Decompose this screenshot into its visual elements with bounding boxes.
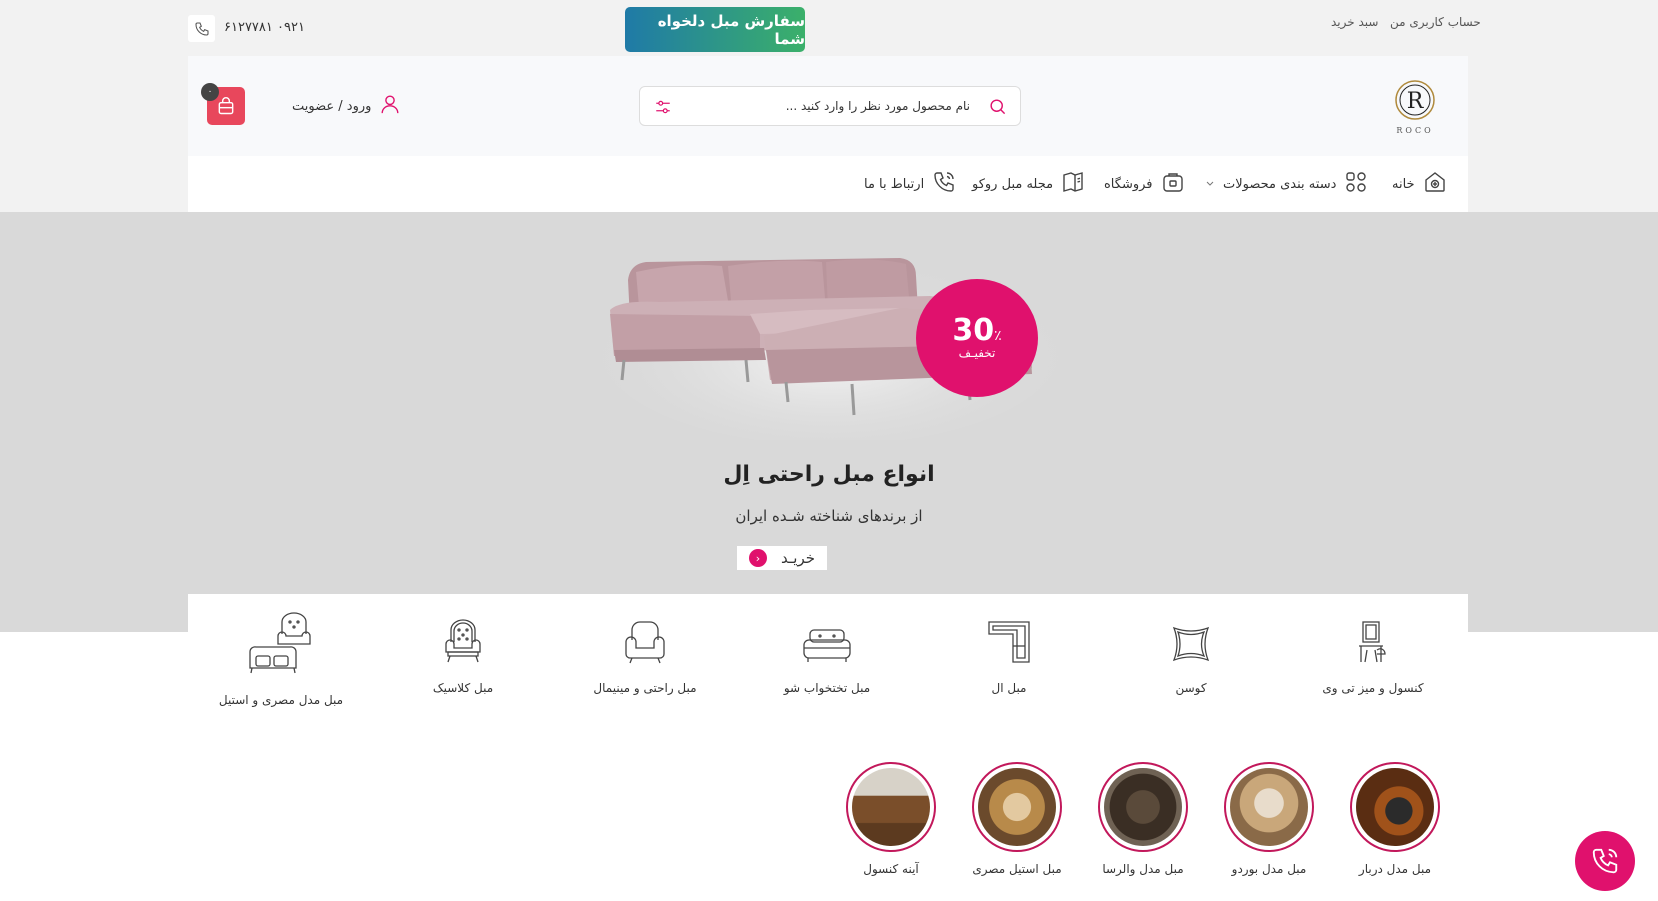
category-label: مبل مدل مصری و استیل <box>218 693 344 707</box>
nav-contact-label: ارتباط با ما <box>864 176 925 192</box>
category-item[interactable]: مبل تختخواب شو <box>747 612 907 695</box>
cart-link[interactable]: سبد خرید <box>1331 15 1378 29</box>
product-image <box>1230 768 1308 846</box>
featured-label: آینه کنسول <box>863 862 919 876</box>
category-item[interactable]: مبل ال <box>929 612 1089 695</box>
featured-item[interactable]: مبل مدل والرسا <box>1078 762 1208 876</box>
logo-icon: R <box>1395 80 1435 120</box>
classic-chair-icon <box>383 612 543 664</box>
category-item[interactable]: مبل کلاسیک <box>383 612 543 695</box>
egyptian-steel-sofa-icon <box>201 612 361 676</box>
featured-label: مبل استیل مصری <box>972 862 1062 876</box>
product-image <box>852 768 930 846</box>
bag-icon <box>218 97 234 115</box>
sofa-bed-icon <box>747 612 907 664</box>
armchair-icon <box>565 612 725 664</box>
featured-label: مبل مدل والرسا <box>1102 862 1184 876</box>
search-input[interactable] <box>688 95 970 117</box>
category-label: مبل راحتی و مینیمال <box>593 681 697 695</box>
category-item[interactable]: کنسول و میز تی وی <box>1293 612 1453 695</box>
my-account-link[interactable]: حساب کاربری من <box>1390 15 1481 29</box>
buy-button[interactable]: خریـد ‹ <box>737 546 827 570</box>
discount-badge: 30٪ تخفیـف <box>916 279 1038 397</box>
buy-label: خریـد <box>781 549 815 567</box>
cushion-icon <box>1111 612 1271 664</box>
nav-magazine[interactable]: مجله مبل روکو <box>972 170 1085 198</box>
console-tv-icon <box>1293 612 1453 664</box>
discount-symbol: ٪ <box>994 328 1002 344</box>
category-label: مبل ال <box>991 681 1027 695</box>
category-item[interactable]: مبل مدل مصری و استیل <box>201 612 361 707</box>
shop-bag-icon <box>1161 170 1185 198</box>
search-box[interactable] <box>639 86 1021 126</box>
product-image <box>1356 768 1434 846</box>
featured-item[interactable]: مبل مدل دربار <box>1330 762 1460 876</box>
phone-icon <box>188 15 215 42</box>
nav-home[interactable]: خانه <box>1392 170 1447 198</box>
featured-label: مبل مدل بوردو <box>1231 862 1307 876</box>
search-icon[interactable] <box>988 97 1007 120</box>
featured-item[interactable]: مبل مدل بوردو <box>1204 762 1334 876</box>
cart-count-badge: ۰ <box>201 83 219 101</box>
grid-icon <box>1344 170 1368 198</box>
site-logo[interactable]: R ROCO <box>1390 78 1440 136</box>
product-image <box>978 768 1056 846</box>
category-label: مبل تختخواب شو <box>783 681 871 695</box>
nav-categories-label: دسته بندی محصولات <box>1223 176 1337 192</box>
book-icon <box>1061 170 1085 198</box>
phone-call-icon <box>932 170 956 198</box>
phone-call-icon <box>1592 848 1618 874</box>
product-image <box>1104 768 1182 846</box>
call-us-button[interactable] <box>1575 831 1635 891</box>
nav-magazine-label: مجله مبل روکو <box>972 176 1054 192</box>
user-icon <box>379 92 401 120</box>
filter-icon[interactable] <box>654 98 672 120</box>
chevron-left-icon: ‹ <box>749 549 767 567</box>
category-item[interactable]: کوسن <box>1111 612 1271 695</box>
discount-label: تخفیـف <box>958 346 996 360</box>
nav-contact[interactable]: ارتباط با ما <box>864 170 956 198</box>
category-label: کنسول و میز تی وی <box>1322 681 1424 695</box>
login-label: ورود / عضویت <box>292 98 372 114</box>
nav-home-label: خانه <box>1392 176 1415 192</box>
nav-categories[interactable]: دسته بندی محصولات <box>1205 170 1368 198</box>
category-label: کوسن <box>1175 681 1207 695</box>
category-item[interactable]: مبل راحتی و مینیمال <box>565 612 725 695</box>
phone-number[interactable]: ۰۹۲۱ ۶۱۲۷۷۸۱ <box>224 20 305 35</box>
category-label: مبل کلاسیک <box>432 681 494 695</box>
login-link[interactable]: ورود / عضویت <box>292 92 401 120</box>
hero-subtitle: از برندهای شناخته شـده ایران <box>735 507 923 525</box>
custom-order-button[interactable]: سفارش مبل دلخواه شما <box>625 7 805 52</box>
discount-number: 30 <box>952 313 995 348</box>
l-sofa-icon <box>929 612 1089 664</box>
logo-text: ROCO <box>1396 126 1434 135</box>
hero-title: انواع مبل راحتی اِل <box>723 462 935 487</box>
featured-item[interactable]: مبل استیل مصری <box>952 762 1082 876</box>
chevron-down-icon <box>1205 177 1215 192</box>
nav-shop-label: فروشگاه <box>1104 176 1153 192</box>
featured-item[interactable]: آینه کنسول <box>826 762 956 876</box>
nav-shop[interactable]: فروشگاه <box>1104 170 1185 198</box>
svg-text:R: R <box>1407 89 1425 114</box>
featured-label: مبل مدل دربار <box>1358 862 1432 876</box>
home-icon <box>1423 170 1447 198</box>
